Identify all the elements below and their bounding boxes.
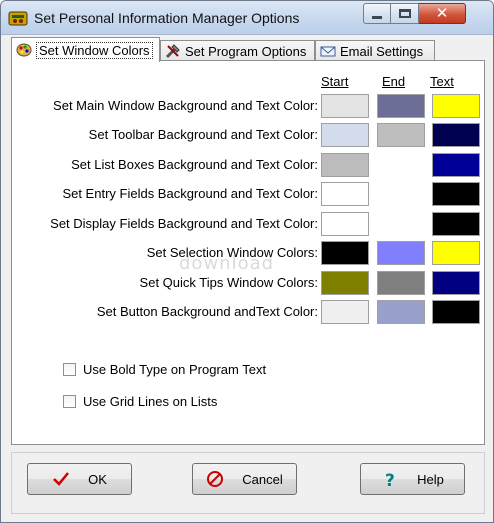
- color-swatch-text[interactable]: [432, 94, 480, 118]
- grid-lines-label: Use Grid Lines on Lists: [83, 394, 218, 409]
- color-swatch-end[interactable]: [377, 300, 425, 324]
- maximize-icon: [398, 9, 411, 18]
- close-button[interactable]: ✕: [419, 3, 466, 24]
- color-row-label: Set Display Fields Background and Text C…: [50, 216, 318, 231]
- options-window: Set Personal Information Manager Options…: [0, 0, 494, 523]
- color-row-label: Set Entry Fields Background and Text Col…: [62, 186, 318, 201]
- question-icon: ?: [381, 470, 399, 491]
- color-swatch-start[interactable]: [321, 153, 369, 177]
- app-icon: [8, 9, 28, 27]
- color-swatch-end[interactable]: [377, 94, 425, 118]
- color-swatch-end[interactable]: [377, 241, 425, 265]
- svg-text:?: ?: [385, 471, 395, 488]
- color-swatch-start[interactable]: [321, 300, 369, 324]
- color-swatch-start[interactable]: [321, 212, 369, 236]
- color-swatch-text[interactable]: [432, 182, 480, 206]
- minimize-button[interactable]: [363, 3, 391, 24]
- bold-type-label: Use Bold Type on Program Text: [83, 362, 267, 377]
- color-row-label: Set Toolbar Background and Text Color:: [88, 127, 318, 142]
- color-row-label: Set List Boxes Background and Text Color…: [71, 157, 318, 172]
- tab-label: Set Program Options: [185, 43, 307, 59]
- column-header-text: Text: [430, 74, 454, 89]
- color-swatch-end[interactable]: [377, 123, 425, 147]
- color-swatch-end[interactable]: [377, 271, 425, 295]
- checkmark-icon: [52, 470, 70, 488]
- bold-type-option[interactable]: Use Bold Type on Program Text: [63, 362, 266, 377]
- help-button[interactable]: ? Help: [360, 463, 465, 495]
- ok-label: OK: [88, 471, 107, 487]
- close-icon: ✕: [435, 4, 449, 22]
- palette-icon: [16, 42, 32, 58]
- bold-type-checkbox[interactable]: [63, 363, 76, 376]
- grid-lines-option[interactable]: Use Grid Lines on Lists: [63, 394, 217, 409]
- tab-set-window-colors[interactable]: Set Window Colors: [11, 37, 160, 62]
- color-row-label: Set Quick Tips Window Colors:: [139, 275, 318, 290]
- color-swatch-text[interactable]: [432, 212, 480, 236]
- color-swatch-text[interactable]: [432, 241, 480, 265]
- color-row-label: Set Button Background andText Color:: [96, 304, 318, 319]
- grid-lines-checkbox[interactable]: [63, 395, 76, 408]
- color-swatch-start[interactable]: [321, 182, 369, 206]
- color-swatch-text[interactable]: [432, 300, 480, 324]
- color-row-label: Set Main Window Background and Text Colo…: [53, 98, 318, 113]
- minimize-icon: [372, 16, 382, 19]
- help-label: Help: [417, 471, 444, 487]
- column-header-end: End: [382, 74, 406, 89]
- cancel-label: Cancel: [242, 471, 283, 487]
- color-swatch-start[interactable]: [321, 94, 369, 118]
- title-bar[interactable]: Set Personal Information Manager Options…: [1, 1, 493, 35]
- maximize-button[interactable]: [391, 3, 419, 24]
- color-swatch-text[interactable]: [432, 153, 480, 177]
- tools-icon: [165, 43, 181, 59]
- envelope-icon: [320, 43, 336, 59]
- color-swatch-text[interactable]: [432, 271, 480, 295]
- window-title: Set Personal Information Manager Options: [34, 10, 300, 26]
- ok-button[interactable]: OK: [27, 463, 132, 495]
- color-row-label: Set Selection Window Colors:: [146, 245, 318, 260]
- tab-set-program-options[interactable]: Set Program Options: [160, 40, 315, 61]
- tab-label: Set Window Colors: [36, 41, 153, 59]
- tab-label: Email Settings: [340, 43, 424, 59]
- no-entry-icon: [206, 470, 224, 488]
- tab-email-settings[interactable]: Email Settings: [315, 40, 435, 61]
- color-swatch-start[interactable]: [321, 123, 369, 147]
- color-swatch-text[interactable]: [432, 123, 480, 147]
- color-swatch-start[interactable]: [321, 271, 369, 295]
- color-swatch-start[interactable]: [321, 241, 369, 265]
- column-header-start: Start: [321, 74, 349, 89]
- cancel-button[interactable]: Cancel: [192, 463, 297, 495]
